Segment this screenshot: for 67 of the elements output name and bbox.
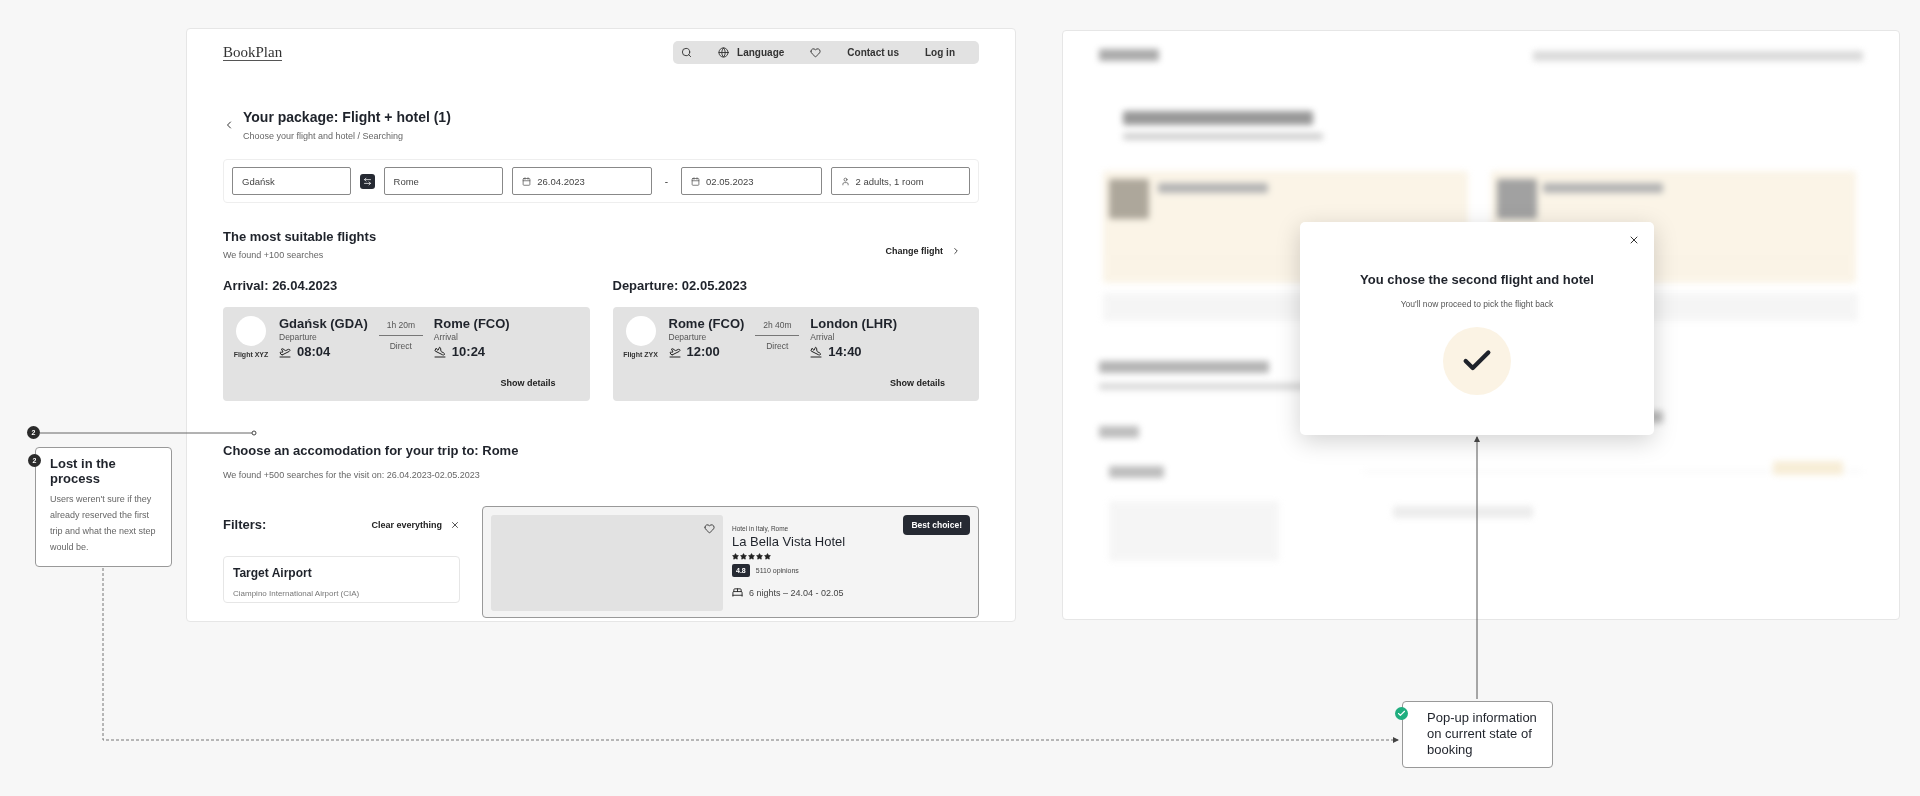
arrival-city: Rome (FCO)	[433, 316, 510, 331]
flight-duration: 2h 40m	[763, 320, 792, 330]
section-title: Choose an accomodation for your trip to: Rome	[223, 443, 520, 458]
departure-city: Rome (FCO)	[668, 316, 745, 331]
chevron-right-icon	[951, 246, 961, 256]
airline-logo-placeholder	[236, 316, 266, 346]
logo[interactable]: BookPlan	[223, 44, 283, 61]
breadcrumb: Choose your flight and hotel / Searching	[243, 131, 405, 141]
filters-title: Filters:	[223, 517, 267, 532]
stay-dates: 6 nights – 24.04 - 02.05	[749, 587, 844, 598]
arrival-time: 10:24	[451, 344, 486, 359]
heart-icon[interactable]	[704, 523, 715, 534]
close-icon[interactable]	[1628, 234, 1640, 246]
popup-title: You chose the second flight and hotel	[1360, 272, 1594, 287]
guests-field[interactable]: 2 adults, 1 room	[830, 167, 970, 195]
note-title: Lost in the process	[50, 456, 117, 486]
globe-icon	[718, 47, 730, 58]
origin-field[interactable]: Gdańsk	[232, 167, 351, 195]
destination-field[interactable]: Rome	[383, 167, 504, 195]
swap-button[interactable]	[359, 173, 375, 189]
date-field[interactable]: 02.05.2023	[681, 167, 822, 195]
departure-time: 08:04	[297, 344, 331, 359]
bed-icon	[732, 587, 743, 598]
arrival-time: 14:40	[828, 344, 862, 359]
plane-landing-icon	[433, 345, 446, 358]
popup-message: You'll now proceed to pick the flight back	[1400, 299, 1554, 309]
note-text: Pop-up information on current state of booking	[1426, 710, 1538, 758]
search-icon[interactable]	[681, 47, 693, 58]
flight-duration: 1h 20m	[386, 320, 415, 330]
plane-landing-icon	[810, 345, 823, 358]
close-icon	[450, 519, 460, 530]
section-subtitle: We found +100 searches	[223, 250, 325, 260]
date-separator: -	[663, 175, 670, 187]
section-subtitle: We found +500 searches for the visit on: 26.04.2023-02.05.2023	[223, 470, 481, 480]
departure-label: Departure	[279, 332, 318, 342]
language-link[interactable]: Language	[718, 47, 785, 58]
plane-takeoff-icon	[668, 345, 681, 358]
calendar-icon	[522, 176, 532, 186]
nav-link[interactable]: Contact us	[847, 47, 899, 58]
leg-heading: Departure: 02.05.2023	[612, 278, 748, 293]
flight-stops: Direct	[389, 341, 412, 351]
airline-logo-placeholder	[625, 316, 656, 346]
person-icon	[840, 176, 850, 186]
note-text: Users weren't sure if they already reserved the first trip and what the next step would be.	[50, 493, 157, 554]
nav-link[interactable]: Log in	[925, 47, 955, 58]
best-choice-badge: Best choice!	[903, 515, 970, 535]
departure-label: Departure	[668, 332, 708, 342]
page-title: Your package: Flight + hotel (1)	[243, 109, 451, 125]
section-title: The most suitable flights	[223, 229, 377, 244]
hotel-name: La Bella Vista Hotel	[732, 534, 847, 549]
show-details-link[interactable]: Show details	[890, 378, 945, 388]
clear-filters-link[interactable]: Clear everything	[371, 519, 460, 530]
change-flight-link[interactable]: Change flight	[885, 246, 961, 256]
filter-option[interactable]: Ciampino International Airport (CIA)	[233, 589, 450, 598]
departure-time: 12:00	[686, 344, 720, 359]
filter-card-title: Target Airport	[233, 566, 313, 580]
flight-stops: Direct	[766, 341, 789, 351]
departure-city: Gdańsk (GDA)	[279, 316, 368, 331]
calendar-icon	[691, 176, 701, 186]
plane-takeoff-icon	[279, 345, 291, 358]
date-field[interactable]: 26.04.2023	[512, 167, 652, 195]
leg-heading: Arrival: 26.04.2023	[223, 278, 339, 293]
arrival-city: London (LHR)	[810, 316, 897, 331]
arrival-label: Arrival	[433, 332, 459, 342]
show-details-link[interactable]: Show details	[500, 378, 556, 388]
arrival-label: Arrival	[810, 332, 836, 342]
heart-icon[interactable]	[810, 47, 822, 58]
